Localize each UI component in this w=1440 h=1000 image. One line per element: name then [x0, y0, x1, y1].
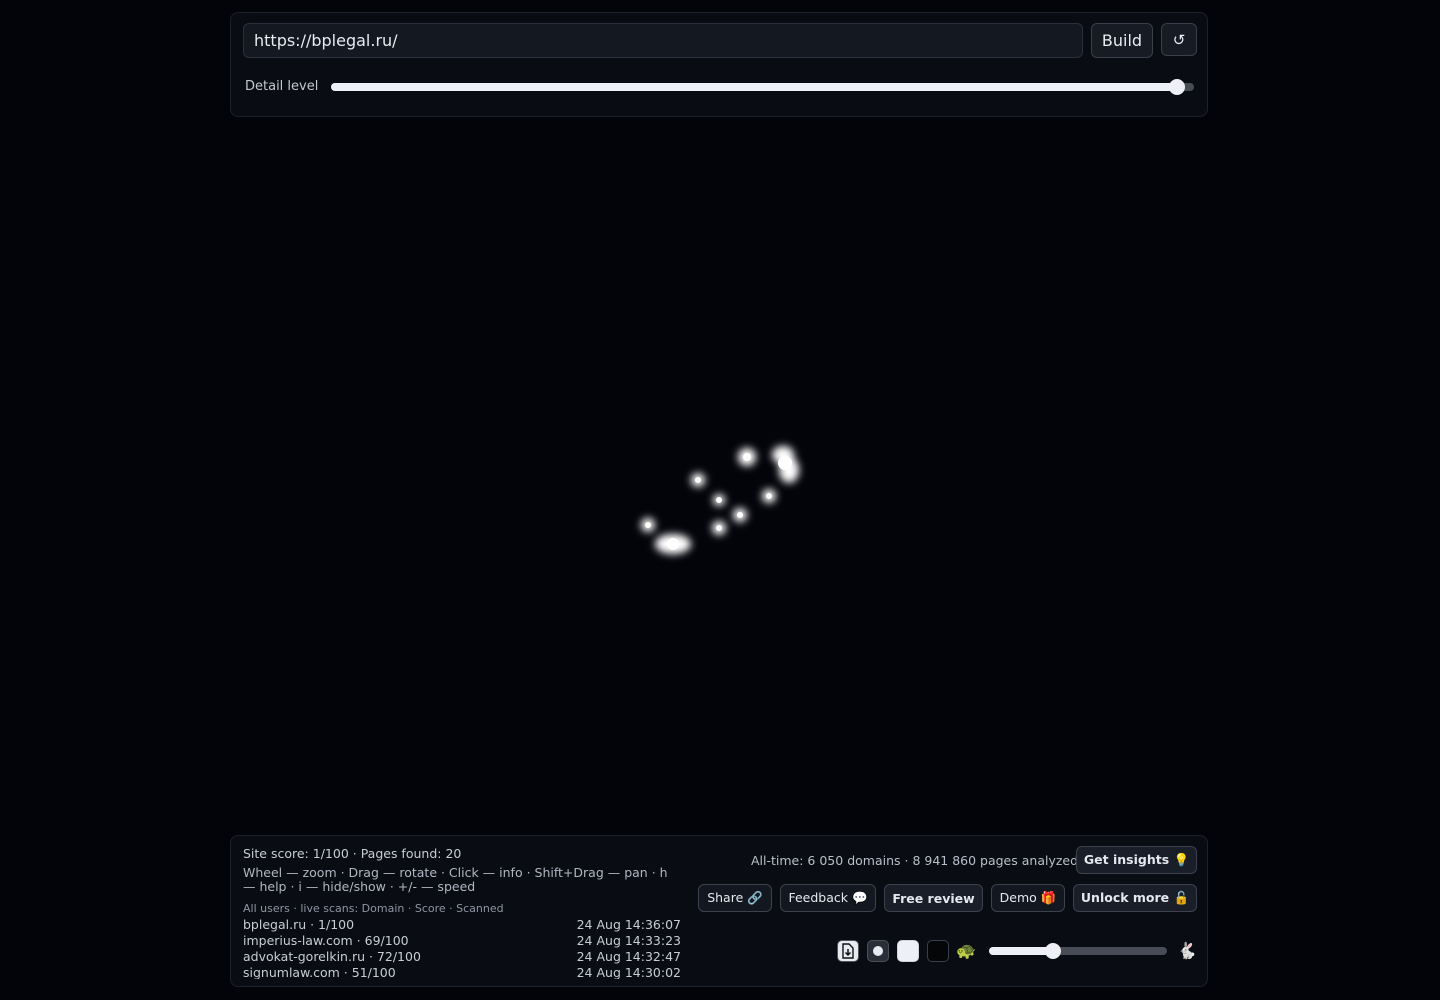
scan-domain: advokat-gorelkin.ru · 72/100 [243, 949, 421, 964]
get-insights-button[interactable]: Get insights 💡 [1076, 846, 1197, 874]
speed-slider[interactable] [989, 943, 1167, 959]
detail-level-slider[interactable] [331, 79, 1194, 95]
detail-level-label: Detail level [245, 79, 319, 94]
top-panel: Build ↺ Detail level [230, 12, 1208, 117]
download-icon [842, 943, 854, 959]
detail-level-fill [331, 83, 1177, 91]
speed-thumb[interactable] [1045, 943, 1062, 959]
scan-domain: imperius-law.com · 69/100 [243, 933, 409, 948]
turtle-icon: 🐢 [956, 941, 976, 960]
build-button[interactable]: Build [1091, 23, 1153, 58]
rabbit-icon: 🐇 [1177, 941, 1197, 960]
free-review-button[interactable]: Free review [884, 884, 983, 912]
speed-fill [989, 947, 1054, 955]
scan-time: 24 Aug 14:33:23 [576, 933, 681, 948]
scan-row[interactable]: bplegal.ru · 1/100 24 Aug 14:36:07 [243, 917, 681, 933]
live-scans-header: All users · live scans: Domain · Score ·… [243, 902, 504, 915]
scan-row[interactable]: advokat-gorelkin.ru · 72/100 24 Aug 14:3… [243, 949, 681, 965]
site-graph-canvas[interactable] [0, 120, 1440, 832]
url-input[interactable] [243, 23, 1083, 58]
dot-icon [873, 946, 883, 956]
dark-theme-button[interactable] [927, 940, 949, 962]
help-text: Wheel — zoom · Drag — rotate · Click — i… [243, 865, 668, 894]
demo-button[interactable]: Demo 🎁 [991, 884, 1065, 912]
reset-icon: ↺ [1172, 30, 1186, 49]
unlock-more-button[interactable]: Unlock more 🔓 [1073, 884, 1197, 912]
feedback-button[interactable]: Feedback 💬 [780, 884, 876, 912]
bottom-panel: Site score: 1/100 · Pages found: 20 Whee… [230, 835, 1208, 987]
theme-dot-button[interactable] [867, 940, 889, 962]
scan-time: 24 Aug 14:32:47 [576, 949, 681, 964]
share-button[interactable]: Share 🔗 [698, 884, 772, 912]
scan-row[interactable]: signumlaw.com · 51/100 24 Aug 14:30:02 [243, 965, 681, 979]
scan-row[interactable]: imperius-law.com · 69/100 24 Aug 14:33:2… [243, 933, 681, 949]
scan-domain: bplegal.ru · 1/100 [243, 917, 355, 932]
light-theme-button[interactable] [897, 940, 919, 962]
reset-button[interactable]: ↺ [1161, 23, 1197, 56]
scan-time: 24 Aug 14:30:02 [576, 965, 681, 979]
download-button[interactable] [837, 940, 859, 962]
live-scans-list: bplegal.ru · 1/100 24 Aug 14:36:07 imper… [243, 917, 681, 979]
scan-domain: signumlaw.com · 51/100 [243, 965, 396, 979]
site-score: Site score: 1/100 · Pages found: 20 [243, 846, 462, 861]
alltime-stats: All-time: 6 050 domains · 8 941 860 page… [751, 853, 1079, 868]
detail-level-thumb[interactable] [1168, 79, 1185, 95]
scan-time: 24 Aug 14:36:07 [576, 917, 681, 932]
